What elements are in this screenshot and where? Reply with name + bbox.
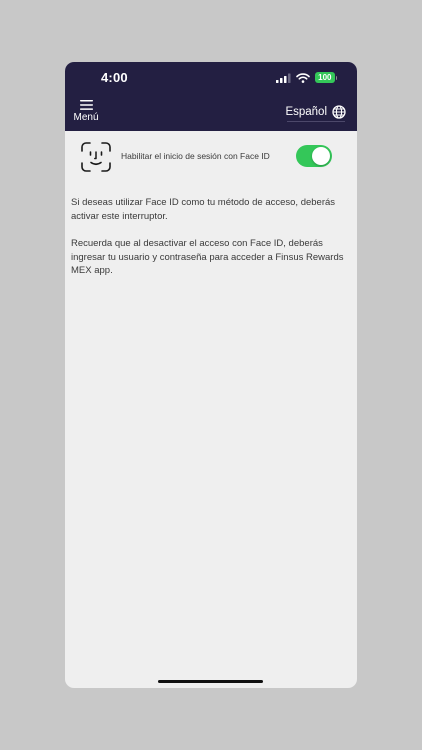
hamburger-menu-icon (79, 100, 93, 110)
home-indicator (158, 680, 263, 683)
face-id-toggle[interactable] (296, 145, 332, 167)
status-icons: 100 (276, 72, 337, 83)
cellular-signal-icon (276, 73, 291, 83)
battery-cap (335, 75, 337, 80)
wifi-icon (296, 72, 310, 83)
face-id-label: Habilitar el inicio de sesión con Face I… (121, 151, 270, 161)
language-selector[interactable]: Español (285, 103, 346, 121)
app-header: Menú Español (65, 94, 357, 131)
face-id-icon (81, 142, 111, 172)
status-bar: 4:00 100 (65, 62, 357, 94)
language-label: Español (285, 106, 327, 118)
globe-icon (332, 105, 346, 119)
face-id-row: Habilitar el inicio de sesión con Face I… (65, 131, 357, 183)
language-underline (287, 121, 345, 122)
battery-icon: 100 (315, 72, 337, 83)
info-paragraph-deactivate: Recuerda que al desactivar el acceso con… (71, 238, 344, 276)
menu-label: Menú (73, 112, 99, 123)
menu-button[interactable]: Menú (71, 99, 101, 127)
toggle-knob (312, 147, 330, 165)
battery-level: 100 (315, 72, 335, 83)
status-time: 4:00 (101, 70, 128, 85)
info-paragraph-activate: Si deseas utilizar Face ID como tu métod… (71, 197, 336, 222)
phone-screen: 4:00 100 Menú Español Habilitar el inici… (65, 62, 357, 688)
